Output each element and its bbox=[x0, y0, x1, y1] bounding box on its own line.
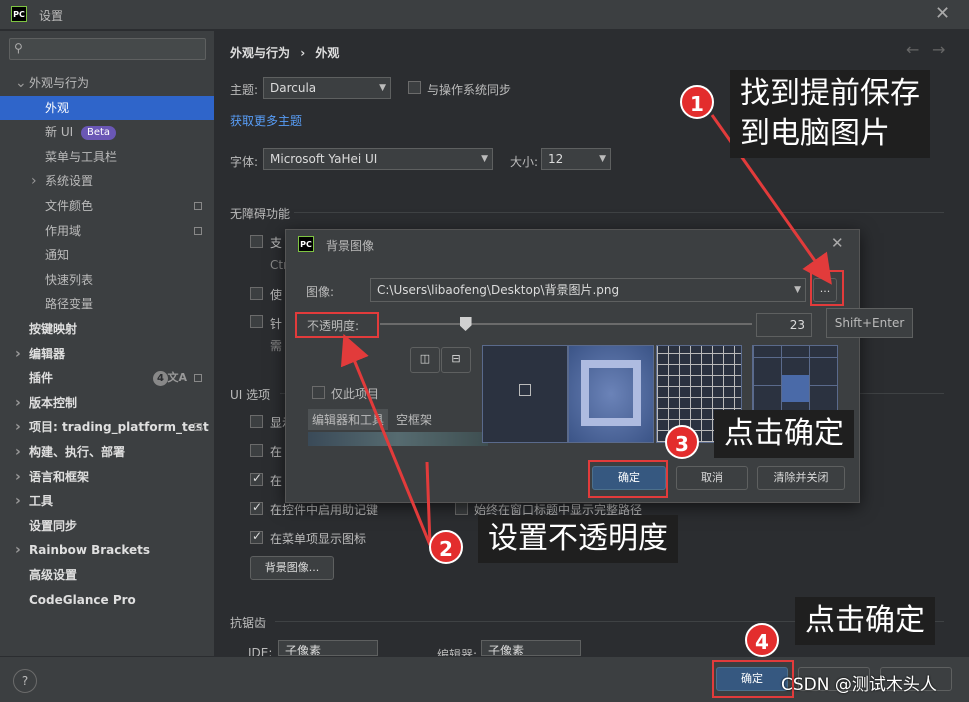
step-1-badge: 1 bbox=[680, 85, 714, 119]
step-2-callout: 设置不透明度 bbox=[478, 515, 678, 563]
csdn-watermark: CSDN @测试木头人 bbox=[781, 675, 937, 695]
step-2-badge: 2 bbox=[429, 530, 463, 564]
step-4-badge: 4 bbox=[745, 623, 779, 657]
step-3-badge: 3 bbox=[665, 425, 699, 459]
step-1-text-line-2: 到电脑图片 bbox=[740, 116, 890, 151]
step-3-callout: 点击确定 bbox=[714, 410, 854, 458]
highlight-browse-button bbox=[810, 270, 844, 306]
arrow-step-2b bbox=[425, 461, 432, 546]
step-1-callout: 找到提前保存 到电脑图片 bbox=[730, 70, 930, 158]
highlight-opacity-label bbox=[295, 312, 379, 338]
step-4-callout: 点击确定 bbox=[795, 597, 935, 645]
step-1-text-line-1: 找到提前保存 bbox=[740, 76, 920, 111]
highlight-dialog-ok bbox=[588, 460, 668, 498]
arrow-step-2 bbox=[340, 333, 432, 546]
